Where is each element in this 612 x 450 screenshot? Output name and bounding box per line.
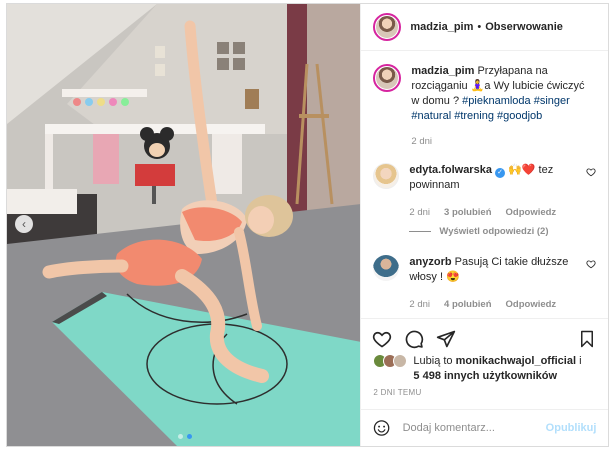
comment-meta: 2 dni 4 polubień Odpowiedz [409,297,584,312]
author-avatar[interactable] [373,13,402,41]
replies-divider [409,231,432,232]
comment-icon[interactable] [403,328,425,350]
commenter-avatar[interactable] [373,255,400,281]
view-replies-label: Wyświetl odpowiedzi (2) [439,226,549,237]
liker-avatars[interactable] [373,354,411,384]
likes-count[interactable]: 5 498 innych użytkowników [413,370,557,382]
comment-time[interactable]: 2 dni [409,205,430,220]
likes-prefix: Lubią to [413,355,456,367]
comment-input[interactable] [402,422,546,434]
comment-likes[interactable]: 4 polubień [444,297,492,312]
author-username[interactable]: madzia_pim [410,21,473,33]
carousel-dot [178,434,183,439]
comment-username[interactable]: anyzorb [409,256,451,268]
comment-row: edyta.folwarska ✓ 🙌❤️ tez powinnam 2 dni… [373,163,596,220]
post-header: madzia_pim • Obserwowanie [361,4,608,51]
caption-body: madzia_pim Przyłapana na rozciąganiu 🧘‍♀… [411,64,586,149]
add-comment-bar: Opublikuj [361,409,609,446]
likes-summary: Lubią to monikachwajol_official i 5 498 … [373,354,603,384]
liker-avatar [393,354,408,368]
comment-meta: 2 dni 3 polubień Odpowiedz [409,205,584,220]
comment-like-heart-icon[interactable] [586,167,596,177]
caption-meta: 2 dni [411,134,586,149]
reply-button[interactable]: Odpowiedz [506,297,557,312]
comment-likes[interactable]: 3 polubień [444,205,492,220]
publish-button[interactable]: Opublikuj [546,422,597,434]
caption-time[interactable]: 2 dni [411,134,432,149]
caption-avatar[interactable] [373,64,402,92]
share-icon[interactable] [435,328,457,350]
comment-like-heart-icon[interactable] [586,259,596,269]
heart-icon[interactable] [371,328,393,350]
comment-body: anyzorb Pasują Ci takie dłuższe włosy ! … [409,255,584,312]
action-bar [361,318,609,358]
bookmark-icon[interactable] [576,328,598,350]
caption-username[interactable]: madzia_pim [411,65,474,77]
comments-section: madzia_pim Przyłapana na rozciąganiu 🧘‍♀… [361,52,608,330]
post-timestamp[interactable]: 2 DNI TEMU [373,388,421,397]
caption-row: madzia_pim Przyłapana na rozciąganiu 🧘‍♀… [373,64,596,149]
post-side-panel: madzia_pim • Obserwowanie madzia_pim Prz… [360,4,609,446]
likes-text: Lubią to monikachwajol_official i 5 498 … [413,354,581,384]
comment-time[interactable]: 2 dni [409,297,430,312]
comment-body: edyta.folwarska ✓ 🙌❤️ tez powinnam 2 dni… [409,163,584,220]
chevron-left-icon[interactable]: ‹ [15,215,33,233]
header-separator: • [477,21,482,33]
commenter-avatar[interactable] [373,163,400,189]
likes-suffix: i [576,355,582,367]
carousel-dot-active [187,434,192,439]
emoji-icon[interactable] [373,419,390,437]
view-replies-button[interactable]: Wyświetl odpowiedzi (2) [409,226,596,237]
post-photo[interactable]: ‹ [7,4,361,446]
verified-badge-icon: ✓ [495,168,506,178]
follow-button[interactable]: Obserwowanie [485,21,563,33]
carousel-indicator [178,434,192,439]
reply-button[interactable]: Odpowiedz [506,205,557,220]
post-container: ‹ madzia_pim • Obserwowanie madzia_pim P… [6,3,609,447]
photo-illustration [7,4,361,446]
likes-user[interactable]: monikachwajol_official [456,355,576,367]
comment-username[interactable]: edyta.folwarska [409,164,492,176]
comment-row: anyzorb Pasują Ci takie dłuższe włosy ! … [373,255,596,312]
